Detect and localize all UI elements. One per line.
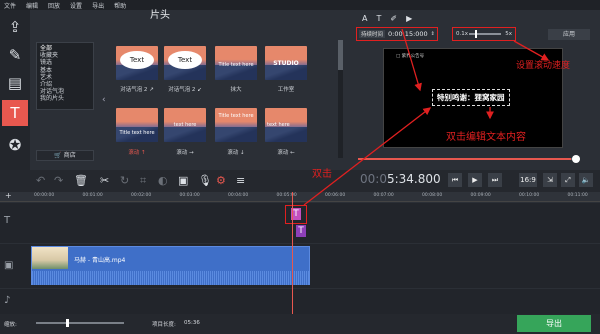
- thumb-text: STUDIO: [273, 60, 299, 67]
- thumb-text: text here: [267, 122, 290, 128]
- annotation-arrows: [303, 28, 550, 206]
- thumb-text: Title text here: [218, 113, 254, 119]
- arrow-to-speed: [513, 40, 550, 61]
- thumb-text: text here: [173, 122, 197, 128]
- bubble-text: Text: [120, 51, 154, 69]
- arrow-to-text: [303, 107, 432, 206]
- bubble-text: Text: [168, 51, 202, 69]
- arrow-to-preview: [401, 28, 422, 92]
- thumb-text: Title text here: [119, 130, 155, 136]
- thumb-text: Title text here: [218, 62, 254, 68]
